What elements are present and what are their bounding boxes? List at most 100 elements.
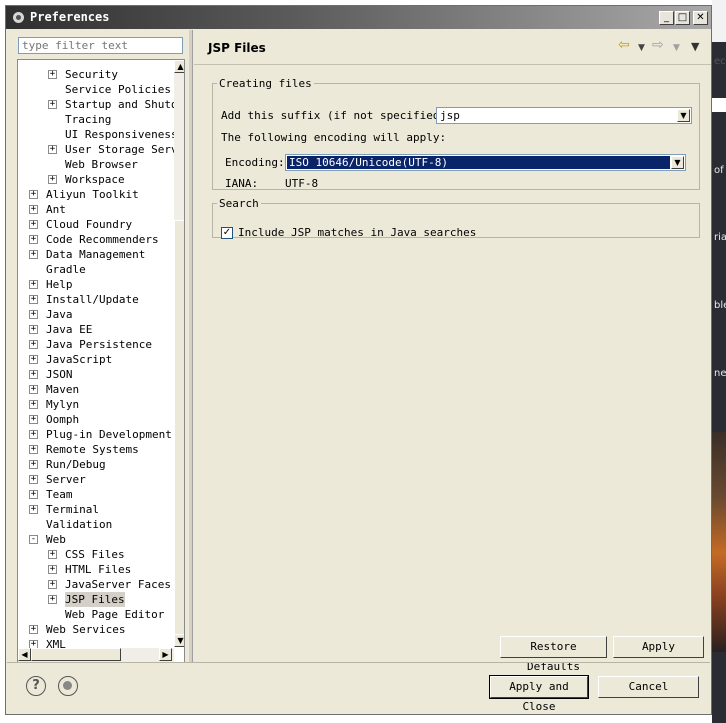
vertical-scroll-thumb[interactable] <box>174 220 184 635</box>
chevron-down-icon[interactable]: ▼ <box>671 156 684 169</box>
close-button[interactable]: ✕ <box>693 11 708 25</box>
expand-icon[interactable]: + <box>29 205 38 214</box>
tree-item[interactable]: + Terminal <box>18 502 174 517</box>
tree-item[interactable]: + User Storage Service <box>18 142 184 157</box>
expand-icon[interactable]: + <box>29 475 38 484</box>
tree-item[interactable]: + Java EE <box>18 322 174 337</box>
chevron-down-icon[interactable]: ▼ <box>677 109 690 122</box>
apply-button[interactable]: Apply <box>613 636 704 658</box>
back-arrow-icon[interactable]: ⇦ <box>618 38 630 52</box>
expand-icon[interactable]: + <box>29 400 38 409</box>
tree-item[interactable]: + Team <box>18 487 174 502</box>
expand-icon[interactable]: + <box>29 340 38 349</box>
expand-icon[interactable]: + <box>29 385 38 394</box>
tree-item[interactable]: + JavaServer Faces Tools <box>18 577 184 592</box>
panel-sash[interactable] <box>189 30 193 662</box>
tree-item[interactable]: Tracing <box>18 112 174 127</box>
expand-icon[interactable]: + <box>29 505 38 514</box>
import-export-icon[interactable] <box>58 676 78 696</box>
expand-icon[interactable]: + <box>48 70 57 79</box>
expand-icon[interactable]: + <box>29 325 38 334</box>
expand-icon[interactable]: + <box>29 295 38 304</box>
scroll-down-arrow-icon[interactable]: ▼ <box>174 634 184 647</box>
view-menu-icon[interactable]: ▼ <box>691 40 699 54</box>
forward-arrow-icon[interactable]: ⇨ <box>652 38 664 52</box>
tree-item[interactable]: + Mylyn <box>18 397 174 412</box>
expand-icon[interactable]: + <box>48 175 57 184</box>
encoding-combo[interactable]: ISO 10646/Unicode(UTF-8) ▼ <box>285 154 686 171</box>
expand-icon[interactable]: + <box>48 595 57 604</box>
tree-item[interactable]: + Ant <box>18 202 174 217</box>
expand-icon[interactable]: + <box>29 220 38 229</box>
expand-icon[interactable]: + <box>29 460 38 469</box>
minimize-button[interactable]: _ <box>659 11 674 25</box>
tree-item[interactable]: UI Responsiveness <box>18 127 178 142</box>
scroll-left-arrow-icon[interactable]: ◀ <box>18 648 31 661</box>
back-dropdown-icon[interactable]: ▼ <box>638 41 645 55</box>
restore-defaults-button[interactable]: Restore Defaults <box>500 636 607 673</box>
expand-icon[interactable]: + <box>29 355 38 364</box>
horizontal-scrollbar[interactable]: ◀ ▶ <box>18 648 174 662</box>
tree-item[interactable]: + Remote Systems <box>18 442 174 457</box>
expand-icon[interactable]: + <box>48 580 57 589</box>
tree-item[interactable]: + Help <box>18 277 174 292</box>
tree-item[interactable]: + Server <box>18 472 174 487</box>
filter-input[interactable] <box>18 37 183 54</box>
tree-item[interactable]: + Plug-in Development <box>18 427 174 442</box>
expand-icon[interactable]: + <box>48 550 57 559</box>
tree-item[interactable]: + Java Persistence <box>18 337 174 352</box>
scroll-right-arrow-icon[interactable]: ▶ <box>159 648 172 661</box>
expand-icon[interactable]: + <box>29 490 38 499</box>
tree-item[interactable]: + CSS Files <box>18 547 174 562</box>
tree-item[interactable]: + HTML Files <box>18 562 174 577</box>
tree-item[interactable]: + Workspace <box>18 172 174 187</box>
tree-item[interactable]: + Aliyun Toolkit <box>18 187 174 202</box>
forward-dropdown-icon[interactable]: ▼ <box>673 41 680 55</box>
expand-icon[interactable]: + <box>48 145 57 154</box>
apply-and-close-button[interactable]: Apply and Close <box>489 675 589 713</box>
collapse-icon[interactable]: - <box>29 535 38 544</box>
include-jsp-checkbox[interactable]: ✓ <box>221 227 233 239</box>
expand-icon[interactable]: + <box>29 310 38 319</box>
tree-item[interactable]: - Web <box>18 532 174 547</box>
expand-icon[interactable]: + <box>29 430 38 439</box>
horizontal-scroll-thumb[interactable] <box>31 648 121 661</box>
tree-item[interactable]: + Run/Debug <box>18 457 174 472</box>
tree-item[interactable]: + Security <box>18 67 174 82</box>
tree-item[interactable]: + Cloud Foundry <box>18 217 174 232</box>
tree-item[interactable]: Validation <box>18 517 174 532</box>
expand-icon[interactable]: + <box>29 235 38 244</box>
expand-icon[interactable]: + <box>48 565 57 574</box>
tree-item[interactable]: Web Browser <box>18 157 174 172</box>
tree-item[interactable]: Web Page Editor <box>18 607 174 622</box>
tree-item[interactable]: + Startup and Shutdown <box>18 97 184 112</box>
tree-item[interactable]: + JSP Files <box>18 592 174 607</box>
tree-item[interactable]: Service Policies <box>18 82 174 97</box>
expand-icon[interactable]: + <box>29 625 38 634</box>
expand-icon[interactable]: + <box>29 445 38 454</box>
expand-icon[interactable]: + <box>29 415 38 424</box>
help-icon[interactable]: ? <box>26 676 46 696</box>
tree-item[interactable]: Gradle <box>18 262 174 277</box>
vertical-scrollbar[interactable]: ▲ ▼ <box>174 60 184 647</box>
expand-icon[interactable]: + <box>29 250 38 259</box>
tree-item[interactable]: + Maven <box>18 382 174 397</box>
expand-icon[interactable]: + <box>48 100 57 109</box>
include-jsp-label[interactable]: Include JSP matches in Java searches <box>238 226 476 239</box>
expand-icon[interactable]: + <box>29 370 38 379</box>
tree-item[interactable]: + JSON <box>18 367 174 382</box>
tree-item[interactable]: + Oomph <box>18 412 174 427</box>
expand-icon[interactable]: + <box>29 280 38 289</box>
scroll-up-arrow-icon[interactable]: ▲ <box>174 60 184 73</box>
tree-item[interactable]: + Java <box>18 307 174 322</box>
tree-item[interactable]: + Web Services <box>18 622 174 637</box>
tree-item[interactable]: + Code Recommenders <box>18 232 174 247</box>
expand-icon[interactable]: + <box>29 190 38 199</box>
tree-item[interactable]: + Data Management <box>18 247 174 262</box>
tree-item[interactable]: + JavaScript <box>18 352 174 367</box>
suffix-combo[interactable]: jsp ▼ <box>436 107 692 124</box>
tree-item[interactable]: + Install/Update <box>18 292 174 307</box>
title-bar[interactable]: Preferences _ □ ✕ <box>6 6 711 29</box>
maximize-button[interactable]: □ <box>675 11 690 25</box>
cancel-button[interactable]: Cancel <box>598 676 699 698</box>
